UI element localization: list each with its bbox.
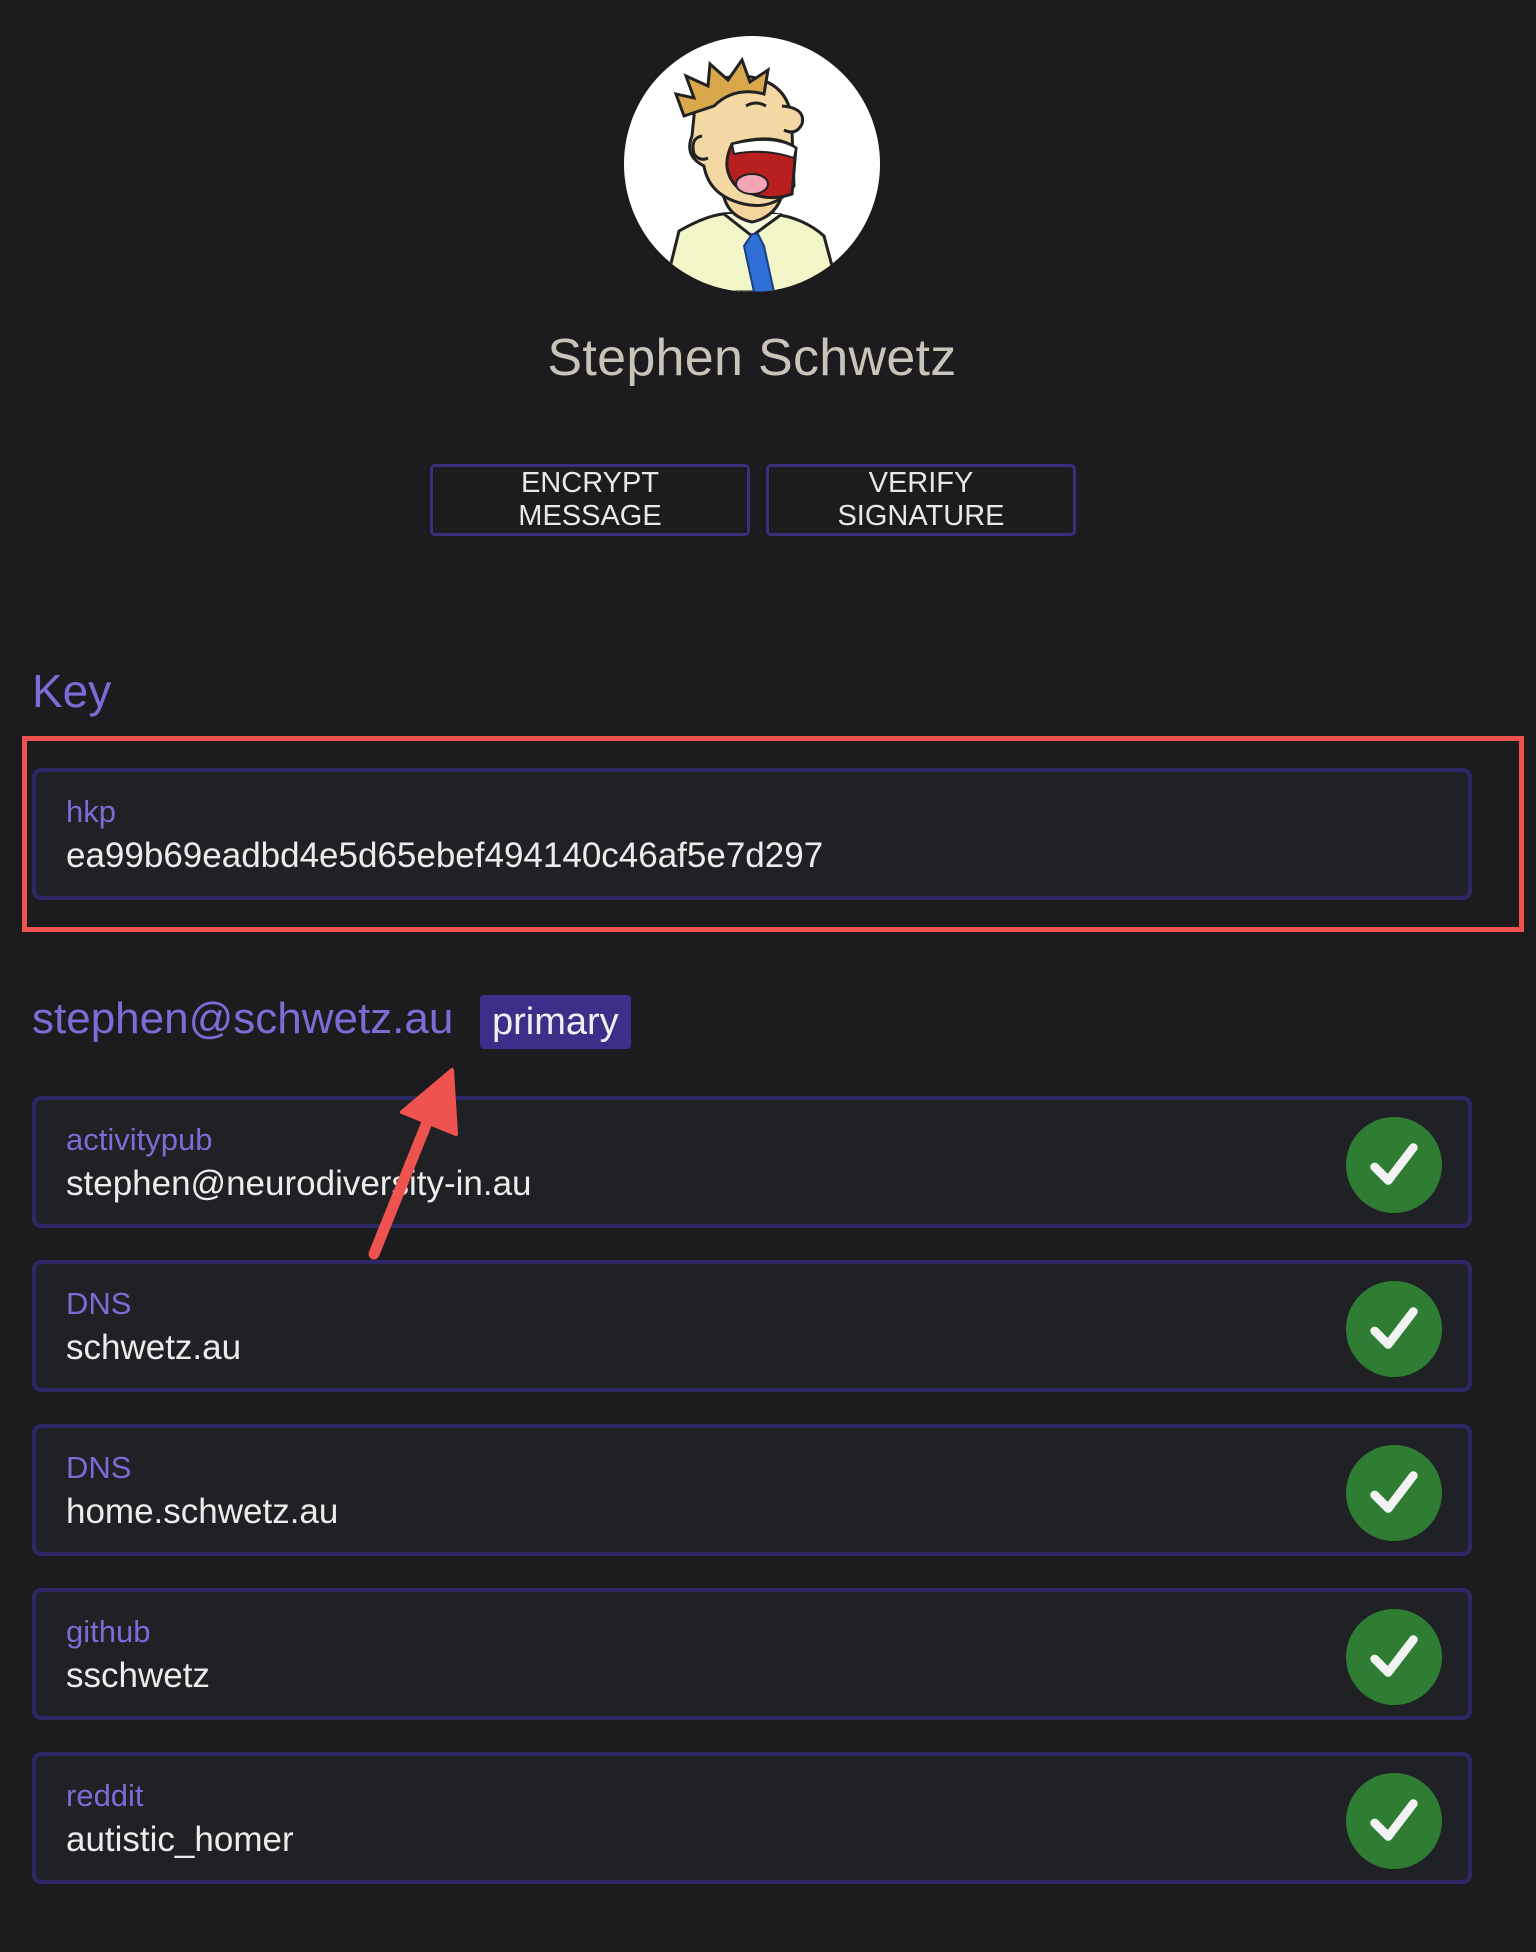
primary-badge: primary xyxy=(480,995,631,1049)
claim-type: github xyxy=(66,1614,151,1649)
verified-check-icon[interactable] xyxy=(1346,1117,1442,1213)
encrypt-message-button[interactable]: ENCRYPT MESSAGE xyxy=(430,464,750,536)
claim-card[interactable]: DNS schwetz.au xyxy=(32,1260,1472,1392)
claim-card[interactable]: activitypub stephen@neurodiversity-in.au xyxy=(32,1096,1472,1228)
avatar xyxy=(624,36,880,292)
key-card[interactable]: hkp ea99b69eadbd4e5d65ebef494140c46af5e7… xyxy=(32,768,1472,900)
profile-name: Stephen Schwetz xyxy=(547,329,957,387)
key-section-title: Key xyxy=(32,665,112,717)
cartoon-avatar-icon xyxy=(662,56,841,292)
claim-type: activitypub xyxy=(66,1122,213,1157)
verify-signature-button[interactable]: VERIFY SIGNATURE xyxy=(766,464,1076,536)
identity-email: stephen@schwetz.au xyxy=(32,994,454,1043)
verified-check-icon[interactable] xyxy=(1346,1281,1442,1377)
claim-card[interactable]: reddit autistic_homer xyxy=(32,1752,1472,1884)
claim-type: DNS xyxy=(66,1286,132,1321)
verified-check-icon[interactable] xyxy=(1346,1609,1442,1705)
key-fingerprint: ea99b69eadbd4e5d65ebef494140c46af5e7d297 xyxy=(66,836,824,875)
key-type: hkp xyxy=(66,794,116,829)
claim-card[interactable]: github sschwetz xyxy=(32,1588,1472,1720)
claim-value: home.schwetz.au xyxy=(66,1492,339,1531)
claim-card[interactable]: DNS home.schwetz.au xyxy=(32,1424,1472,1556)
action-bar: ENCRYPT MESSAGE VERIFY SIGNATURE xyxy=(430,464,1076,536)
claim-type: reddit xyxy=(66,1778,144,1813)
claim-value: schwetz.au xyxy=(66,1328,242,1367)
claim-type: DNS xyxy=(66,1450,132,1485)
claim-value: autistic_homer xyxy=(66,1820,294,1859)
claim-value: sschwetz xyxy=(66,1656,210,1695)
verified-check-icon[interactable] xyxy=(1346,1445,1442,1541)
verified-check-icon[interactable] xyxy=(1346,1773,1442,1869)
claim-value: stephen@neurodiversity-in.au xyxy=(66,1164,532,1203)
